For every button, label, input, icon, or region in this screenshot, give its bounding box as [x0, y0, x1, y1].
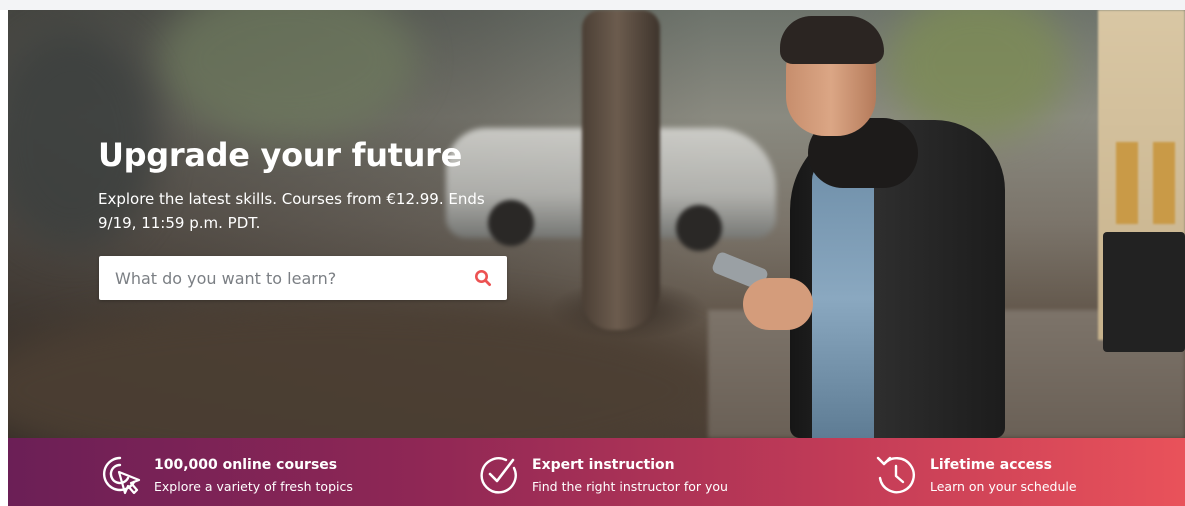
- building-window: [1116, 142, 1138, 224]
- sidewalk-sign-image: [1103, 232, 1185, 352]
- person-hair-image: [780, 16, 884, 64]
- checkmark-badge-icon: [480, 457, 517, 494]
- person-shirt-image: [812, 160, 874, 438]
- hero-title: Upgrade your future: [98, 136, 463, 174]
- search-form: [99, 256, 507, 300]
- feature-description: Find the right instructor for you: [532, 479, 728, 494]
- search-icon: [475, 270, 492, 287]
- car-wheel: [676, 205, 722, 251]
- cropped-top-strip: [0, 0, 1185, 10]
- building-window: [1153, 142, 1175, 224]
- page: Upgrade your future Explore the latest s…: [0, 0, 1185, 506]
- feature-title: Expert instruction: [532, 457, 675, 473]
- feature-title: Lifetime access: [930, 457, 1052, 473]
- feature-description: Explore a variety of fresh topics: [154, 479, 353, 494]
- tree-trunk-image: [582, 10, 660, 330]
- hero-subtitle: Explore the latest skills. Courses from …: [98, 190, 485, 232]
- feature-title: 100,000 online courses: [154, 457, 338, 473]
- background-foliage: [158, 10, 418, 140]
- person-hand-image: [743, 278, 813, 330]
- feature-description: Learn on your schedule: [930, 479, 1077, 494]
- clock-history-icon: [876, 456, 915, 494]
- search-input[interactable]: [99, 256, 459, 300]
- search-button[interactable]: [459, 256, 507, 300]
- cursor-click-icon: [102, 456, 141, 495]
- value-proposition-bar: 100,000 online courses Explore a variety…: [8, 438, 1185, 506]
